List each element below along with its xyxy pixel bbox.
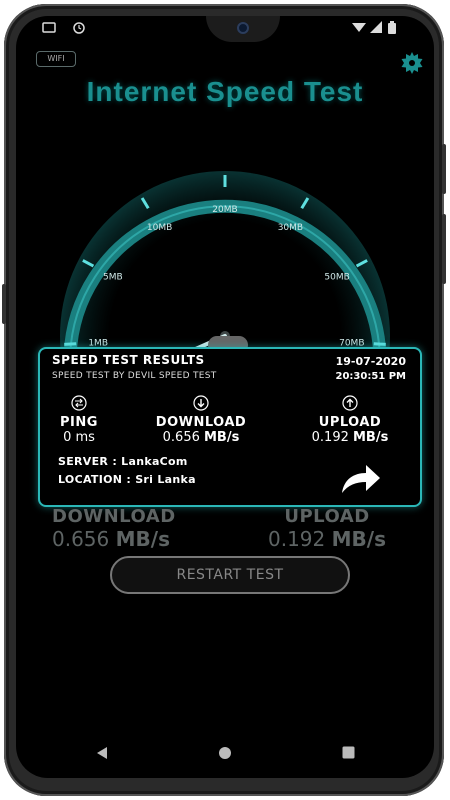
volume-button [442, 144, 446, 194]
ping-value-row: 0 ms [54, 430, 104, 445]
results-title: SPEED TEST RESULTS [52, 353, 205, 367]
ping-value: 0 [63, 430, 72, 445]
upload-value: 0.192 [311, 430, 349, 445]
connection-type-badge: WIFI [36, 51, 76, 67]
ping-label: PING [60, 415, 98, 430]
home-icon[interactable] [218, 746, 232, 760]
summary-download-unit: MB/s [115, 527, 170, 551]
phone-frame: WIFI Internet Speed Test 0MB1MB5MB10MB20… [2, 4, 446, 796]
location-info: LOCATION : Sri Lanka [58, 473, 196, 486]
upload-label: UPLOAD [318, 415, 382, 430]
upload-metric: UPLOAD 0.192 MB/s [290, 395, 410, 445]
restart-test-button[interactable]: RESTART TEST [110, 556, 350, 594]
gear-icon[interactable] [400, 51, 424, 75]
upload-unit: MB/s [353, 430, 389, 445]
results-time: 20:30:51 PM [335, 371, 406, 382]
summary-download-value: 0.656 [52, 527, 110, 551]
status-bar-left [42, 20, 102, 36]
recents-icon[interactable] [342, 746, 355, 759]
results-date: 19-07-2020 [335, 355, 406, 368]
shuffle-icon [71, 395, 87, 411]
gauge-tick-mark [64, 342, 77, 346]
summary-upload: UPLOAD 0.192 MB/s [268, 506, 386, 551]
gauge-tick-label: 5MB [103, 272, 123, 282]
gauge-tick-label: 20MB [212, 205, 237, 215]
summary-download: DOWNLOAD 0.656 MB/s [52, 506, 176, 551]
download-unit: MB/s [204, 430, 240, 445]
summary-upload-value: 0.192 [268, 527, 326, 551]
side-button-left [2, 284, 6, 324]
back-icon[interactable] [96, 746, 108, 760]
results-card: SPEED TEST RESULTS SPEED TEST BY DEVIL S… [38, 347, 422, 507]
summary-download-value-row: 0.656 MB/s [52, 527, 176, 551]
camera-notch [206, 16, 280, 42]
download-value-row: 0.656 MB/s [136, 430, 266, 445]
results-subtitle: SPEED TEST BY DEVIL SPEED TEST [52, 371, 217, 381]
app-title: Internet Speed Test [86, 76, 364, 107]
ping-metric: PING 0 ms [54, 395, 104, 445]
front-camera [237, 22, 249, 34]
status-bar-right [352, 21, 412, 37]
download-metric: DOWNLOAD 0.656 MB/s [136, 395, 266, 445]
battery-icon [388, 21, 396, 34]
cast-icon [42, 22, 56, 33]
upload-value-row: 0.192 MB/s [290, 430, 410, 445]
download-label: DOWNLOAD [155, 415, 247, 430]
wifi-signal-icon [352, 23, 366, 32]
cell-signal-icon [370, 21, 382, 33]
alarm-icon [73, 22, 85, 34]
summary-upload-unit: MB/s [331, 527, 386, 551]
gauge-tick-label: 10MB [147, 223, 172, 233]
system-nav-bar [16, 738, 434, 768]
summary-upload-label: UPLOAD [284, 506, 370, 527]
gauge-tick-label: 50MB [324, 272, 349, 282]
upload-arrow-icon [342, 395, 358, 411]
ping-unit: ms [75, 430, 95, 445]
screen: WIFI Internet Speed Test 0MB1MB5MB10MB20… [16, 16, 434, 778]
gauge-tick-mark [373, 342, 386, 346]
download-arrow-icon [193, 395, 209, 411]
download-value: 0.656 [162, 430, 200, 445]
share-icon[interactable] [340, 463, 382, 497]
server-info: SERVER : LankaCom [58, 455, 188, 468]
summary-download-label: DOWNLOAD [52, 506, 176, 527]
power-button [442, 214, 446, 284]
summary-upload-value-row: 0.192 MB/s [268, 527, 386, 551]
gauge-tick-label: 30MB [278, 223, 303, 233]
